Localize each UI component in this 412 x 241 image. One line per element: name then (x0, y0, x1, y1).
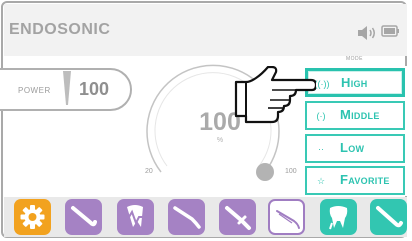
signal-low-icon: ·· (318, 144, 324, 154)
mode-high-label: High (341, 75, 368, 90)
mode-low-button[interactable]: ·· Low (305, 134, 405, 163)
perio-tip-icon (376, 206, 403, 228)
app-title: ENDOSONIC (9, 21, 111, 38)
mode-panel: ((·)) High (·) Middle ·· Low ☆ Favorite (305, 66, 409, 196)
power-value: 100 (79, 79, 110, 99)
gear-icon (20, 205, 45, 229)
dial-knob (256, 163, 274, 181)
tool-button-file[interactable] (168, 199, 205, 235)
speaker-icon[interactable] (357, 24, 379, 42)
tool-button-perio[interactable] (370, 199, 407, 235)
file-icon (173, 206, 201, 229)
mode-middle-button[interactable]: (·) Middle (305, 101, 405, 130)
scaler-tip-icon (225, 206, 251, 230)
tooth-pulse-icon (122, 205, 149, 227)
tool-button-endo-active[interactable] (268, 199, 305, 235)
tool-button-tooth[interactable] (320, 199, 357, 235)
dial-min-label: 20 (145, 168, 153, 175)
mode-favorite-button[interactable]: ☆ Favorite (305, 166, 405, 195)
mode-high-button[interactable]: ((·)) High (305, 68, 405, 97)
power-indicator-marker (63, 71, 71, 105)
dial-unit: % (216, 137, 224, 144)
scaler-tip-icon (71, 206, 97, 227)
signal-strong-icon: ((·)) (314, 79, 330, 89)
tool-button-scaler-2[interactable] (219, 199, 256, 235)
tool-button-pulp-test[interactable] (117, 199, 154, 235)
mode-label: MODE (346, 56, 363, 62)
tooth-icon (329, 206, 348, 230)
endo-tip-icon (276, 210, 300, 229)
dial-max-label: 100 (285, 168, 297, 175)
mode-low-label: Low (340, 140, 365, 155)
pointing-hand-icon (234, 66, 316, 124)
star-icon: ☆ (316, 176, 326, 186)
power-label: POWER (18, 86, 51, 95)
tool-button-scaler-1[interactable] (65, 199, 102, 235)
battery-icon (381, 25, 399, 37)
mode-favorite-label: Favorite (340, 172, 390, 187)
endosonic-screen: ENDOSONIC MODE POWER 100 100 % 20 100 ((… (0, 0, 412, 241)
settings-button[interactable] (14, 199, 51, 235)
mode-middle-label: Middle (340, 107, 380, 122)
